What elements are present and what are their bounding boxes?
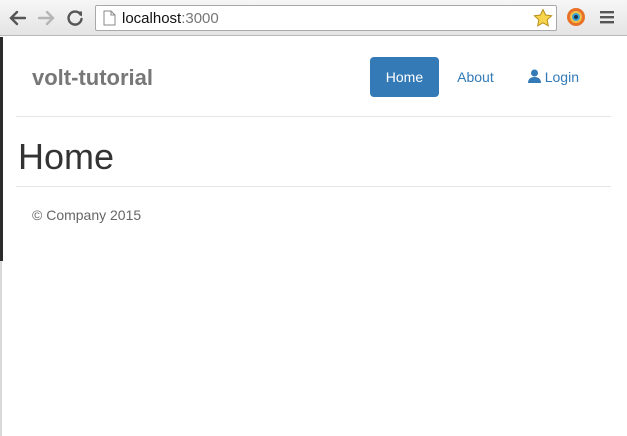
forward-arrow-icon <box>38 10 55 26</box>
hamburger-menu-icon[interactable] <box>599 9 615 30</box>
nav-home[interactable]: Home <box>369 57 440 97</box>
user-icon <box>527 69 541 86</box>
url-port: :3000 <box>181 10 219 27</box>
page-header: Home <box>16 130 611 187</box>
page-title: Home <box>18 136 115 177</box>
url-text[interactable]: localhost:3000 <box>122 10 219 27</box>
nav-about[interactable]: About <box>441 57 510 97</box>
url-host: localhost <box>122 10 182 27</box>
address-bar[interactable]: localhost:3000 <box>95 5 557 31</box>
window-edge <box>0 37 3 261</box>
site-navbar: volt-tutorial Home About Login <box>16 37 611 117</box>
nav-home-label: Home <box>385 69 424 85</box>
nav-about-label: About <box>457 69 494 85</box>
brand-link[interactable]: volt-tutorial <box>32 65 153 91</box>
window-edge-lower <box>0 261 2 436</box>
page-icon <box>103 10 116 31</box>
bookmark-star-icon[interactable] <box>533 8 553 33</box>
nav-login-label: Login <box>544 69 579 85</box>
back-arrow-icon <box>9 10 26 26</box>
reload-icon <box>67 10 83 26</box>
nav-pills: Home About Login <box>369 57 595 97</box>
back-button[interactable] <box>6 7 28 29</box>
forward-button[interactable] <box>36 7 58 29</box>
reload-button[interactable] <box>64 7 86 29</box>
extension-icon[interactable] <box>566 7 586 32</box>
footer-text: © Company 2015 <box>32 207 142 223</box>
browser-toolbar: localhost:3000 <box>0 0 627 36</box>
nav-login[interactable]: Login <box>512 57 595 97</box>
